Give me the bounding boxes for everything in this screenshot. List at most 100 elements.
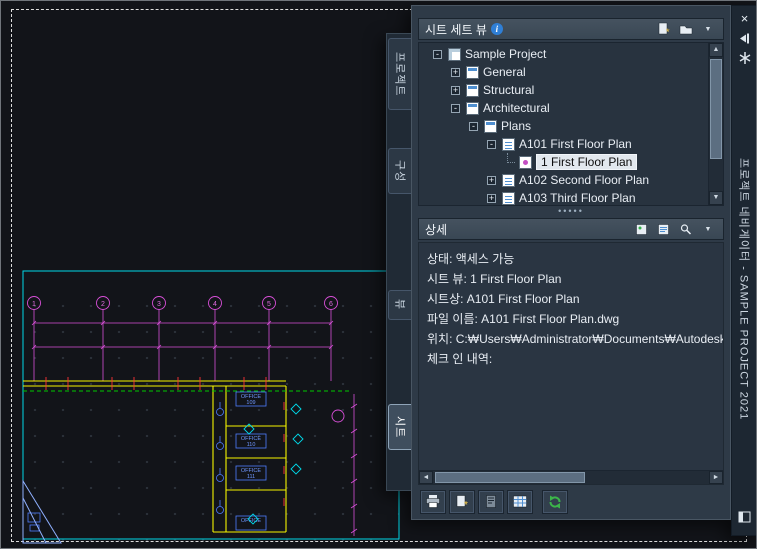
- sheet-set-icon: [448, 47, 461, 61]
- printer-icon: [426, 495, 440, 508]
- detail-line-status: 상태: 액세스 가능: [427, 252, 515, 266]
- expander-icon[interactable]: -: [487, 139, 496, 149]
- details-title: 상세: [425, 222, 448, 237]
- tab-constructs[interactable]: 구성: [388, 148, 412, 194]
- svg-text:*: *: [464, 500, 468, 509]
- magnifier-icon: [680, 223, 692, 235]
- refresh-button[interactable]: [542, 489, 568, 514]
- svg-text:*: *: [666, 27, 670, 36]
- subset-icon: [484, 119, 497, 133]
- open-folder-button[interactable]: [677, 21, 695, 37]
- archive-icon: [486, 495, 496, 508]
- svg-text:2: 2: [101, 301, 105, 308]
- sheet-selections-button[interactable]: [507, 489, 533, 514]
- expander-icon[interactable]: +: [487, 193, 496, 203]
- chevron-down-icon: ▼: [704, 25, 712, 33]
- refresh-icon: [549, 495, 561, 508]
- new-sheet-button[interactable]: *: [449, 489, 475, 514]
- detail-line-filename: 파일 이름: A101 First Floor Plan.dwg: [427, 312, 620, 326]
- sheet-view-icon: [519, 155, 532, 169]
- svg-text:110: 110: [247, 442, 256, 448]
- expander-icon[interactable]: +: [451, 67, 460, 77]
- tree-item-sample-project[interactable]: - Sample Project: [419, 45, 706, 63]
- preview-icon: [636, 223, 647, 235]
- asterisk-icon: [739, 52, 750, 64]
- details-menu-button[interactable]: ▼: [699, 221, 717, 237]
- expander-icon[interactable]: -: [451, 103, 460, 113]
- scroll-down-icon[interactable]: ▼: [709, 191, 723, 205]
- table-grid-icon: [513, 495, 527, 508]
- sheet-icon: [502, 173, 515, 187]
- details-list-icon: [658, 223, 669, 235]
- panel-icon: [738, 511, 751, 523]
- svg-text:5: 5: [267, 301, 271, 308]
- close-button[interactable]: ×: [736, 10, 753, 26]
- scroll-left-icon[interactable]: ◄: [419, 471, 433, 484]
- svg-text:111: 111: [247, 474, 255, 480]
- expander-icon[interactable]: -: [433, 49, 442, 59]
- tree-vertical-scrollbar[interactable]: ▲ ▼: [708, 43, 723, 205]
- svg-text:4: 4: [213, 301, 217, 308]
- show-preview-button[interactable]: [633, 221, 651, 237]
- new-sheet-icon: *: [658, 22, 670, 36]
- new-sheet-button[interactable]: *: [655, 21, 673, 37]
- project-navigator-palette: 프로젝트 구성 뷰 시트 시트 세트 뷰 i * ▼ - Sample Proj…: [386, 5, 756, 536]
- subset-icon: [466, 83, 479, 97]
- expander-icon[interactable]: +: [451, 85, 460, 95]
- info-icon[interactable]: i: [490, 23, 503, 35]
- tree-item-a103-third-floor-plan[interactable]: + A103 Third Floor Plan: [419, 189, 706, 205]
- tree-connector: [507, 153, 515, 163]
- tree-item-plans[interactable]: - Plans: [419, 117, 706, 135]
- panel-splitter[interactable]: •••••: [418, 206, 724, 218]
- svg-text:109: 109: [246, 400, 255, 406]
- palette-menu-button[interactable]: [736, 509, 753, 525]
- archive-button[interactable]: [478, 489, 504, 514]
- tree-item-structural[interactable]: + Structural: [419, 81, 706, 99]
- tree-item-architectural[interactable]: - Architectural: [419, 99, 706, 117]
- svg-text:3: 3: [157, 301, 161, 308]
- folder-icon: [679, 25, 693, 35]
- svg-text:6: 6: [329, 301, 333, 308]
- sheet-icon: [502, 137, 515, 151]
- auto-hide-icon: [740, 33, 749, 43]
- tree-item-a101-first-floor-plan[interactable]: - A101 First Floor Plan: [419, 135, 706, 153]
- palette-title: 프로젝트 네비게이터 - SAMPLE PROJECT 2021: [737, 158, 750, 421]
- find-button[interactable]: [677, 221, 695, 237]
- details-horizontal-scrollbar[interactable]: ◄ ►: [419, 470, 723, 484]
- sheet-set-tree: - Sample Project + General + Structural …: [418, 42, 724, 206]
- scroll-up-icon[interactable]: ▲: [709, 43, 723, 57]
- publish-button[interactable]: [420, 489, 446, 514]
- scroll-thumb[interactable]: [435, 472, 585, 483]
- details-header: 상세 ▼: [418, 218, 724, 240]
- tree-item-view-1-first-floor-plan[interactable]: 1 First Floor Plan: [419, 153, 706, 171]
- sheet-set-menu-button[interactable]: ▼: [699, 21, 717, 37]
- details-panel: 상태: 액세스 가능 시트 뷰: 1 First Floor Plan 시트상:…: [418, 242, 724, 485]
- autocad-window: 1 2 3 4 5 6 OFFICE 109 OFFICE 110 OFFICE…: [0, 0, 757, 549]
- new-sheet-icon: *: [456, 495, 468, 509]
- auto-hide-pin-button[interactable]: [736, 30, 753, 46]
- scroll-track[interactable]: [433, 471, 709, 484]
- scroll-thumb[interactable]: [710, 59, 722, 159]
- chevron-down-icon: ▼: [704, 225, 712, 233]
- expander-icon[interactable]: +: [487, 175, 496, 185]
- tab-sheets[interactable]: 시트: [388, 404, 412, 450]
- detail-line-sheet-view: 시트 뷰: 1 First Floor Plan: [427, 272, 562, 286]
- detail-line-checkin: 체크 인 내역:: [427, 352, 493, 366]
- svg-text:1: 1: [32, 301, 36, 308]
- sheets-panel: 시트 세트 뷰 i * ▼ - Sample Project + General…: [411, 5, 731, 520]
- details-text: 상태: 액세스 가능 시트 뷰: 1 First Floor Plan 시트상:…: [419, 243, 723, 470]
- scroll-track[interactable]: [709, 57, 723, 191]
- tab-project[interactable]: 프로젝트: [388, 38, 412, 110]
- sheet-set-view-title: 시트 세트 뷰: [425, 22, 487, 37]
- sheet-set-view-header: 시트 세트 뷰 i * ▼: [418, 18, 724, 40]
- scroll-right-icon[interactable]: ►: [709, 471, 723, 484]
- tree-item-general[interactable]: + General: [419, 63, 706, 81]
- properties-button[interactable]: [736, 50, 753, 66]
- floor-plan-drawing[interactable]: 1 2 3 4 5 6 OFFICE109 OFFICE110 OFFICE11…: [16, 266, 408, 549]
- tree-item-a102-second-floor-plan[interactable]: + A102 Second Floor Plan: [419, 171, 706, 189]
- detail-line-sheet: 시트상: A101 First Floor Plan: [427, 292, 580, 306]
- tab-views[interactable]: 뷰: [388, 290, 412, 320]
- expander-icon[interactable]: -: [469, 121, 478, 131]
- show-details-button[interactable]: [655, 221, 673, 237]
- palette-tab-strip: 프로젝트 구성 뷰 시트: [386, 33, 412, 491]
